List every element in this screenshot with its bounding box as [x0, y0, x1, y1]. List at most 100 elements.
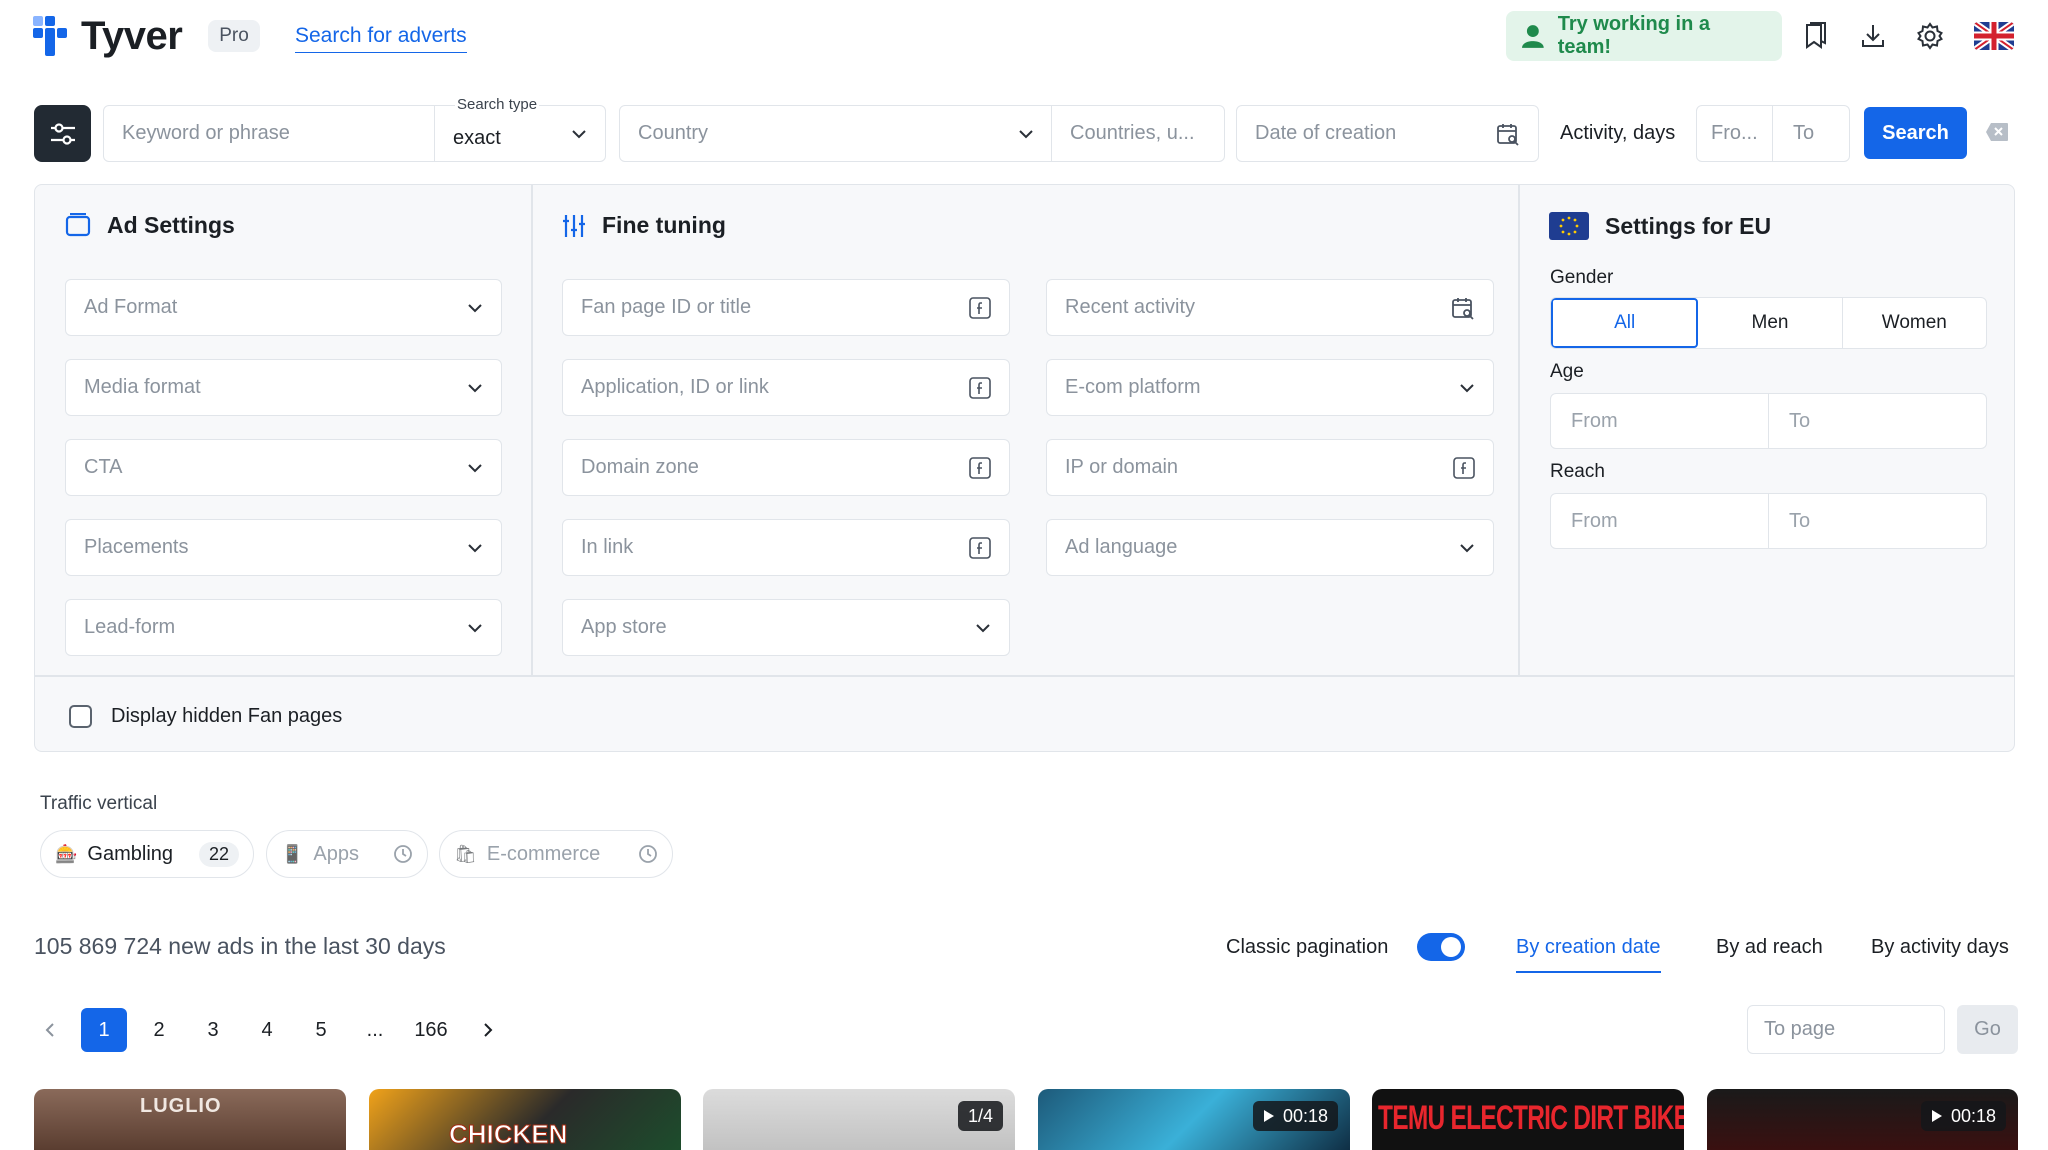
sliders-icon [50, 122, 75, 145]
reach-from-input[interactable]: From [1551, 494, 1768, 548]
gender-option-women[interactable]: Women [1843, 298, 1986, 348]
recent-activity-field[interactable]: Recent activity [1046, 279, 1494, 336]
gender-option-men[interactable]: Men [1698, 298, 1843, 348]
countries-input[interactable]: Countries, u... [1051, 105, 1225, 162]
fan-page-id-or-title-field[interactable]: Fan page ID or title [562, 279, 1010, 336]
chevron-down-icon [572, 129, 586, 138]
panel-divider [531, 185, 533, 676]
media-format-field[interactable]: Media format [65, 359, 502, 416]
page-166[interactable]: 166 [403, 1008, 459, 1052]
facebook-icon [969, 536, 991, 559]
sort-by-ad-reach[interactable]: By ad reach [1716, 936, 1823, 959]
filters-toggle-button[interactable] [34, 105, 91, 162]
to-page-input[interactable]: To page [1747, 1005, 1945, 1054]
ad-card-1[interactable]: LUGLIO [34, 1089, 346, 1150]
ip-or-domain-field[interactable]: IP or domain [1046, 439, 1494, 496]
keyword-input[interactable]: Keyword or phrase [103, 105, 436, 162]
clock-icon [639, 845, 657, 863]
video-duration: 00:18 [1282, 1105, 1328, 1126]
classic-pagination-toggle[interactable] [1417, 933, 1465, 961]
chip-ecommerce[interactable]: 🛍 E-commerce [439, 830, 673, 878]
chevron-down-icon [1460, 383, 1474, 392]
gender-label: Gender [1550, 267, 1614, 288]
clear-filters-icon[interactable] [1985, 122, 2009, 142]
lead-form-field[interactable]: Lead-form [65, 599, 502, 656]
search-button[interactable]: Search [1864, 107, 1967, 159]
chip-gambling[interactable]: 🎰 Gambling 22 [40, 830, 254, 878]
ad-card-2[interactable]: CHICKEN [369, 1089, 681, 1150]
ad-settings-icon [65, 212, 91, 236]
gender-segmented-control[interactable]: All Men Women [1550, 297, 1987, 349]
keyword-placeholder: Keyword or phrase [122, 122, 290, 144]
download-icon[interactable] [1857, 20, 1889, 52]
app-store-placeholder: App store [581, 616, 667, 638]
search-adverts-link[interactable]: Search for adverts [295, 24, 467, 53]
cta-field[interactable]: CTA [65, 439, 502, 496]
logo-icon [33, 15, 67, 56]
age-label: Age [1550, 361, 1584, 382]
ad-settings-title: Ad Settings [65, 212, 235, 239]
country-select[interactable]: Country [619, 105, 1053, 162]
chip-apps-label: Apps [313, 842, 360, 865]
gender-option-all[interactable]: All [1551, 298, 1699, 348]
bookmarks-icon[interactable] [1800, 20, 1832, 52]
chip-gambling-label: Gambling [87, 842, 174, 865]
cta-placeholder: CTA [84, 456, 123, 478]
app-store-field[interactable]: App store [562, 599, 1010, 656]
search-type-label: Search type [455, 96, 540, 113]
go-button[interactable]: Go [1957, 1005, 2018, 1054]
date-of-creation-input[interactable]: Date of creation [1236, 105, 1539, 162]
sort-by-activity-days[interactable]: By activity days [1871, 936, 2009, 959]
eu-settings-title-text: Settings for EU [1605, 212, 1772, 239]
in-link-field[interactable]: In link [562, 519, 1010, 576]
search-type-value: exact [453, 127, 501, 149]
age-to-input[interactable]: To [1768, 394, 1986, 448]
chip-apps[interactable]: 📱 Apps [266, 830, 428, 878]
hidden-fanpages-checkbox[interactable] [69, 705, 92, 728]
page-3[interactable]: 3 [190, 1008, 236, 1052]
logo[interactable]: Tyver [33, 14, 183, 59]
settings-gear-icon[interactable] [1914, 20, 1946, 52]
ad-card-3[interactable]: 1/4 [703, 1089, 1015, 1150]
application-id-or-link-field[interactable]: Application, ID or link [562, 359, 1010, 416]
to-page-placeholder: To page [1764, 1018, 1836, 1040]
page-1[interactable]: 1 [81, 1008, 127, 1052]
domain-zone-field[interactable]: Domain zone [562, 439, 1010, 496]
age-range-inputs: From To [1550, 393, 1987, 449]
chevron-down-icon [1019, 129, 1033, 138]
shopping-bag-icon: 🛍 [454, 843, 477, 864]
slot-machine-icon: 🎰 [55, 843, 78, 864]
results-stats: 105 869 724 new ads in the last 30 days [34, 933, 446, 959]
ad-language-field[interactable]: Ad language [1046, 519, 1494, 576]
clock-icon [394, 845, 412, 863]
next-page-chevron-icon[interactable] [476, 1015, 500, 1045]
page-4[interactable]: 4 [244, 1008, 290, 1052]
ad-card-4[interactable]: 00:18 [1038, 1089, 1350, 1150]
sort-by-creation-date[interactable]: By creation date [1516, 936, 1661, 973]
search-type-select[interactable]: exact [434, 105, 606, 162]
activity-from-input[interactable]: Fro... [1696, 105, 1774, 162]
placements-field[interactable]: Placements [65, 519, 502, 576]
date-placeholder: Date of creation [1255, 122, 1397, 144]
ad-card-2-overlay-text: CHICKEN [448, 1119, 568, 1150]
reach-label: Reach [1550, 461, 1605, 482]
placements-placeholder: Placements [84, 536, 189, 558]
reach-range-inputs: From To [1550, 493, 1987, 549]
ad-format-field[interactable]: Ad Format [65, 279, 502, 336]
activity-to-input[interactable]: To [1772, 105, 1850, 162]
page-2[interactable]: 2 [136, 1008, 182, 1052]
chevron-down-icon [976, 623, 990, 632]
e-com-platform-field[interactable]: E-com platform [1046, 359, 1494, 416]
language-uk-flag-icon[interactable] [1974, 22, 2014, 50]
prev-page-chevron-icon[interactable] [38, 1015, 62, 1045]
calendar-search-icon [1497, 123, 1519, 146]
ad-card-6[interactable]: 00:18 [1707, 1089, 2018, 1150]
reach-to-input[interactable]: To [1768, 494, 1986, 548]
ad-card-3-badge: 1/4 [957, 1101, 1003, 1131]
page-5[interactable]: 5 [298, 1008, 344, 1052]
ad-card-5[interactable]: TEMU ELECTRIC DIRT BIKE [1372, 1089, 1684, 1150]
country-placeholder: Country [638, 122, 709, 144]
application-id-or-link-placeholder: Application, ID or link [581, 376, 769, 398]
age-from-input[interactable]: From [1551, 394, 1768, 448]
try-team-button[interactable]: Try working in a team! [1506, 11, 1782, 61]
